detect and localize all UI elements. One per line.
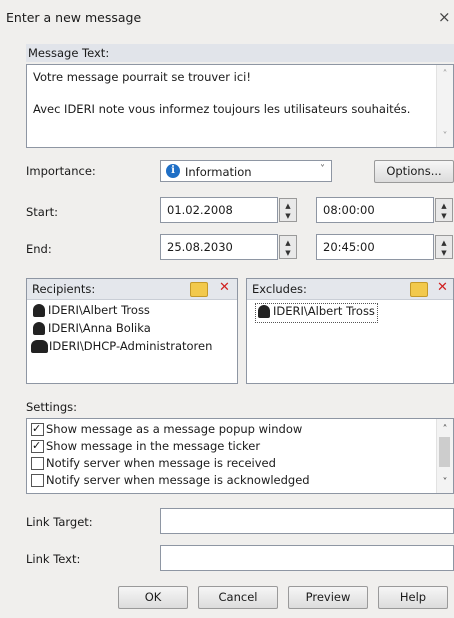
settings-label: Settings:: [26, 400, 78, 414]
user-icon: [33, 304, 45, 317]
end-time-field[interactable]: 20:45:00: [316, 234, 434, 260]
delete-icon[interactable]: ✕: [437, 281, 448, 295]
start-date-field[interactable]: 01.02.2008: [160, 197, 278, 223]
setting-label: Notify server when message is acknowledg…: [46, 473, 310, 487]
setting-label: Notify server when message is received: [46, 456, 276, 470]
start-label: Start:: [26, 205, 58, 219]
excludes-header: Excludes: ✕: [247, 279, 453, 300]
options-button[interactable]: Options...: [374, 160, 454, 183]
message-label: Message Text:: [28, 46, 110, 60]
excludes-panel: Excludes: ✕ IDERI\Albert Tross: [246, 278, 454, 384]
link-text-label: Link Text:: [26, 552, 81, 566]
settings-scrollbar[interactable]: ˄ ˅: [436, 419, 453, 493]
importance-value: Information: [185, 165, 252, 179]
start-time-field[interactable]: 08:00:00: [316, 197, 434, 223]
info-icon: i: [166, 164, 180, 178]
recipients-label: Recipients:: [32, 282, 96, 296]
importance-label: Importance:: [26, 164, 96, 178]
list-item[interactable]: IDERI\Anna Bolika: [33, 321, 151, 339]
spin-down-icon[interactable]: ▼: [436, 212, 452, 220]
user-icon: [33, 322, 45, 335]
message-textbox[interactable]: Votre message pourrait se trouver ici! A…: [26, 64, 454, 148]
end-label: End:: [26, 242, 52, 256]
folder-icon[interactable]: [190, 282, 208, 297]
setting-item[interactable]: Notify server when message is received: [31, 455, 276, 472]
spin-up-icon[interactable]: ▲: [280, 239, 296, 247]
folder-icon[interactable]: [410, 282, 428, 297]
settings-list: Show message as a message popup window S…: [26, 418, 454, 494]
setting-item[interactable]: Show message as a message popup window: [31, 420, 303, 438]
list-item[interactable]: IDERI\DHCP-Administratoren: [31, 339, 212, 357]
spin-up-icon[interactable]: ▲: [436, 239, 452, 247]
dialog-title: Enter a new message: [6, 10, 142, 25]
delete-icon[interactable]: ✕: [219, 281, 230, 295]
ok-button[interactable]: OK: [118, 586, 188, 609]
spin-down-icon[interactable]: ▼: [280, 249, 296, 257]
start-date-spinner[interactable]: ▲ ▼: [279, 198, 297, 222]
list-item[interactable]: IDERI\Albert Tross: [255, 303, 378, 323]
preview-button[interactable]: Preview: [288, 586, 368, 609]
scroll-thumb[interactable]: [439, 437, 450, 467]
recipient-name: IDERI\DHCP-Administratoren: [49, 339, 213, 353]
recipients-header: Recipients: ✕: [27, 279, 237, 300]
recipient-name: IDERI\Albert Tross: [48, 303, 150, 317]
user-icon: [258, 305, 270, 318]
scroll-up-icon[interactable]: ˄: [437, 421, 453, 438]
recipients-panel: Recipients: ✕ IDERI\Albert Tross IDERI\A…: [26, 278, 238, 384]
importance-select[interactable]: i Information ˅: [160, 160, 332, 182]
scroll-down-icon[interactable]: ˅: [437, 129, 453, 145]
end-time-spinner[interactable]: ▲ ▼: [435, 235, 453, 259]
message-line-3: Avec IDERI note vous informez toujours l…: [33, 102, 411, 116]
spin-down-icon[interactable]: ▼: [436, 249, 452, 257]
link-target-input[interactable]: [160, 508, 454, 534]
message-scrollbar[interactable]: ˄ ˅: [436, 65, 453, 147]
setting-label: Show message in the message ticker: [46, 439, 261, 453]
setting-label: Show message as a message popup window: [46, 422, 303, 436]
scroll-up-icon[interactable]: ˄: [437, 67, 453, 83]
cancel-button[interactable]: Cancel: [198, 586, 278, 609]
checkbox[interactable]: [31, 420, 44, 437]
setting-item[interactable]: Show message in the message ticker: [31, 437, 261, 455]
end-date-field[interactable]: 25.08.2030: [160, 234, 278, 260]
spin-up-icon[interactable]: ▲: [280, 202, 296, 210]
link-target-label: Link Target:: [26, 515, 93, 529]
group-icon: [31, 340, 48, 353]
checkbox[interactable]: [31, 437, 44, 454]
list-item[interactable]: IDERI\Albert Tross: [33, 303, 150, 321]
checkbox[interactable]: [31, 457, 44, 470]
message-line-2: [33, 85, 447, 101]
link-text-input[interactable]: [160, 545, 454, 571]
start-time-spinner[interactable]: ▲ ▼: [435, 198, 453, 222]
checkbox[interactable]: [31, 474, 44, 487]
chevron-down-icon[interactable]: ˅: [320, 164, 325, 175]
scroll-down-icon[interactable]: ˅: [437, 474, 453, 491]
excludes-label: Excludes:: [252, 282, 307, 296]
message-line-1: Votre message pourrait se trouver ici!: [33, 70, 251, 84]
exclude-name: IDERI\Albert Tross: [273, 304, 375, 318]
message-header: Message Text:: [26, 44, 454, 62]
spin-down-icon[interactable]: ▼: [280, 212, 296, 220]
end-date-spinner[interactable]: ▲ ▼: [279, 235, 297, 259]
recipient-name: IDERI\Anna Bolika: [48, 321, 151, 335]
close-icon[interactable]: ×: [438, 8, 451, 26]
help-button[interactable]: Help: [378, 586, 448, 609]
setting-item[interactable]: Notify server when message is acknowledg…: [31, 472, 310, 489]
spin-up-icon[interactable]: ▲: [436, 202, 452, 210]
